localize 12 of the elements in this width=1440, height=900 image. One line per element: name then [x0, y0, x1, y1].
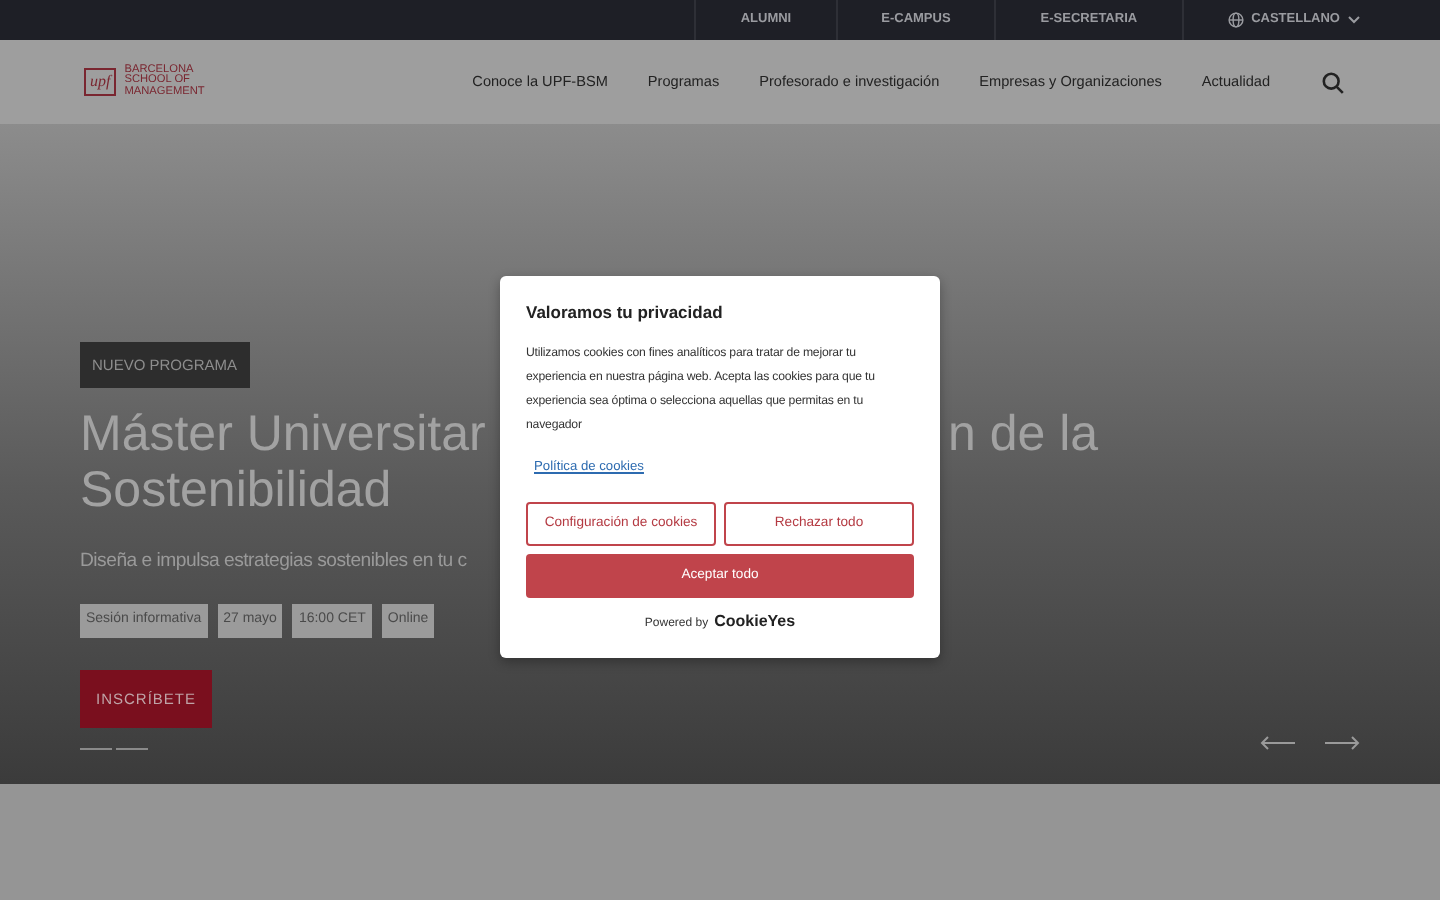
brand-logo: CookieYes	[714, 609, 796, 634]
hero-title: Máster Universitar	[80, 406, 486, 463]
caret-icon	[1348, 16, 1360, 24]
search-icon[interactable]	[1322, 71, 1344, 93]
arrow-right-icon[interactable]	[1324, 736, 1360, 750]
arrow-left-icon[interactable]	[1260, 736, 1296, 750]
dialog-title: Valoramos tu privacidad	[526, 300, 725, 326]
hero-title: n de la	[948, 406, 1099, 463]
hero-subtitle: Diseña e impulsa estrategias sostenibles en tu c	[80, 548, 467, 577]
logo-mark: upf	[84, 68, 117, 96]
hero-title: Sostenibilidad	[80, 462, 392, 519]
globe-icon	[1227, 12, 1244, 28]
